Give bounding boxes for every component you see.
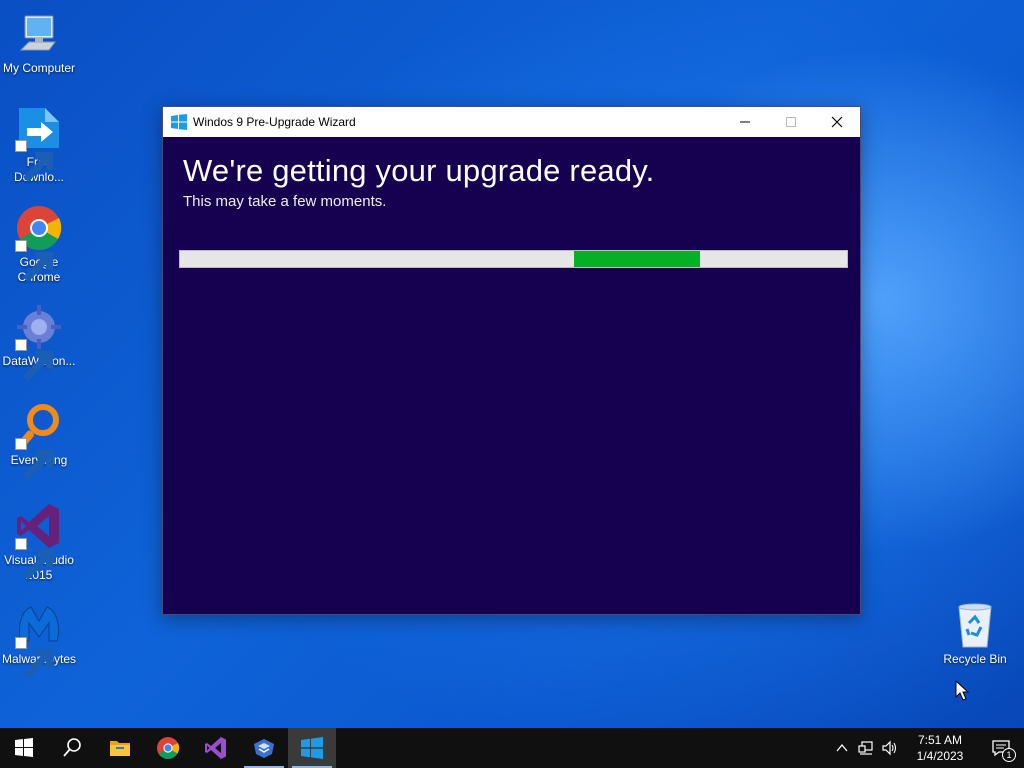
system-tray: 7:51 AM 1/4/2023 1 (830, 728, 1024, 768)
minimize-button[interactable] (722, 107, 768, 137)
windows-logo-icon (171, 114, 187, 130)
show-hidden-icons-button[interactable] (830, 728, 854, 768)
chrome-icon (157, 737, 180, 759)
free-download-manager-icon (15, 104, 63, 182)
notification-count-badge: 1 (1002, 748, 1016, 762)
taskbar: 7:51 AM 1/4/2023 1 (0, 728, 1024, 768)
shortcut-arrow-icon (15, 438, 54, 480)
progress-bar-fill (573, 251, 701, 267)
start-icon (15, 738, 33, 757)
clock-date: 1/4/2023 (916, 749, 964, 763)
taskbar-visual-studio[interactable] (192, 728, 240, 768)
desktop-icon-everything[interactable]: Everything (0, 402, 78, 480)
shortcut-arrow-icon (15, 339, 54, 381)
desktop-icon-label: Recycle Bin (943, 652, 1007, 666)
desktop-icon-google-chrome[interactable]: Google Chrome (0, 204, 78, 285)
desktop-icon-label: My Computer (2, 61, 76, 75)
wizard-subheading: This may take a few moments. (183, 193, 387, 210)
desktop-icon-free-download-manager[interactable]: Free Downlo... (0, 104, 78, 185)
clock-time: 7:51 AM (917, 733, 963, 747)
taskbar-file-explorer[interactable] (96, 728, 144, 768)
shortcut-arrow-icon (15, 140, 54, 182)
search-icon (63, 738, 81, 757)
taskbar-clock[interactable]: 7:51 AM 1/4/2023 (902, 732, 978, 764)
visual-studio-icon (15, 502, 63, 580)
action-center-button[interactable]: 1 (978, 728, 1024, 768)
close-button[interactable] (814, 107, 860, 137)
window-titlebar[interactable]: Windos 9 Pre-Upgrade Wizard (163, 107, 860, 137)
desktop-icon-malwarebytes[interactable]: Malwarebytes (0, 601, 78, 679)
shortcut-arrow-icon (15, 637, 54, 679)
everything-search-icon (15, 402, 63, 480)
windows-logo-icon (301, 737, 323, 759)
wizard-content: We're getting your upgrade ready. This m… (163, 137, 860, 226)
desktop-icon-visual-studio[interactable]: Visual Studio 2015 (0, 502, 78, 583)
network-icon (858, 741, 873, 755)
search-button[interactable] (48, 728, 96, 768)
taskbar-upgrade-wizard[interactable] (288, 728, 336, 768)
visual-studio-icon (205, 737, 226, 759)
maximize-button[interactable] (768, 107, 814, 137)
shortcut-arrow-icon (15, 538, 54, 580)
shortcut-arrow-icon (15, 240, 54, 282)
progress-bar (179, 250, 848, 268)
maximize-icon (786, 117, 796, 127)
file-explorer-icon (110, 741, 130, 756)
start-button[interactable] (0, 728, 48, 768)
volume-icon (882, 740, 897, 756)
wizard-heading: We're getting your upgrade ready. (183, 153, 655, 188)
close-icon (831, 116, 843, 128)
monitor-icon (15, 10, 63, 58)
chrome-icon (15, 204, 63, 282)
datawagon-icon (15, 303, 63, 381)
volume-button[interactable] (878, 728, 902, 768)
taskbar-chrome[interactable] (144, 728, 192, 768)
recycle-bin-icon (951, 601, 999, 649)
upgrade-wizard-window: Windos 9 Pre-Upgrade Wizard We're gettin… (162, 106, 861, 615)
malwarebytes-icon (15, 601, 63, 679)
network-button[interactable] (854, 728, 878, 768)
taskbar-datawagon[interactable] (240, 728, 288, 768)
chevron-up-icon (836, 743, 848, 752)
desktop-icon-my-computer[interactable]: My Computer (0, 10, 78, 76)
datawagon-icon (254, 739, 274, 758)
mouse-cursor-icon (955, 680, 969, 701)
desktop-icon-datawagon[interactable]: DataWagon... (0, 303, 78, 381)
minimize-icon (740, 121, 750, 123)
window-title: Windos 9 Pre-Upgrade Wizard (193, 115, 356, 129)
desktop-icon-recycle-bin[interactable]: Recycle Bin (936, 601, 1014, 667)
